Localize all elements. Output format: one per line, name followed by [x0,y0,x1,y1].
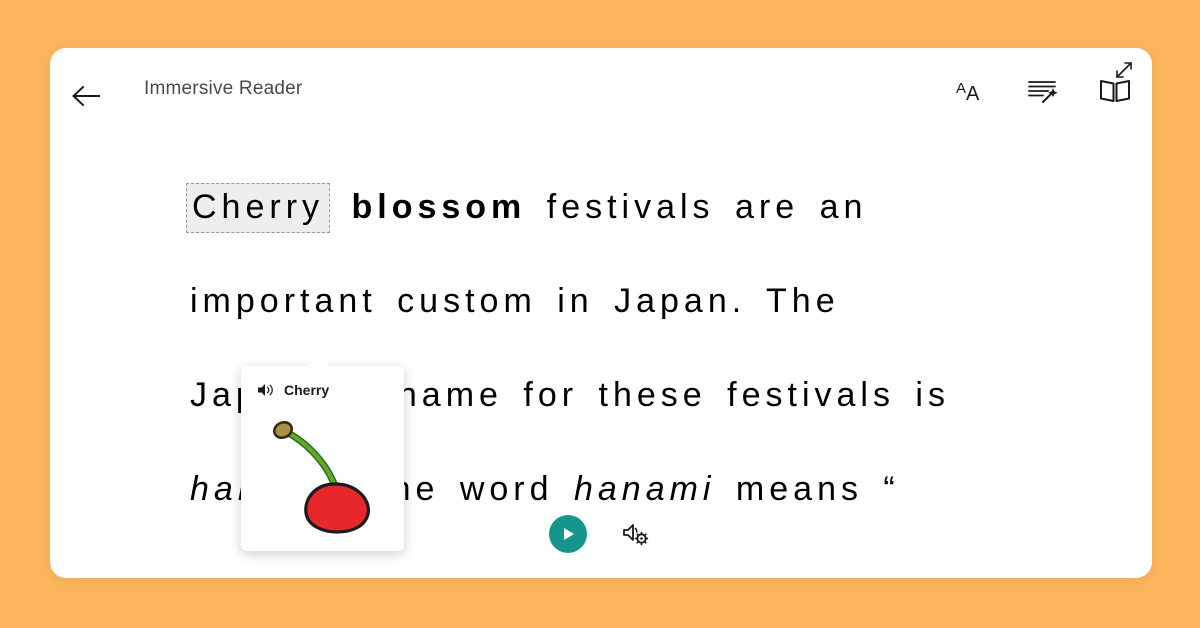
back-button[interactable] [60,70,112,122]
play-triangle-icon [564,528,574,540]
speaker-icon[interactable] [257,382,275,398]
playback-controls [50,502,1152,566]
text-segment: festivals are an [526,188,868,226]
play-button[interactable] [549,515,587,553]
gear-glyph [634,531,649,546]
reader-content-pane: Cherry blossom festivals are an importan… [50,148,1152,551]
picture-dictionary-header: Cherry [257,382,329,398]
highlighted-word[interactable]: Cherry [186,183,331,233]
text-preferences-button[interactable]: A A [948,68,994,114]
picture-dictionary-popup: Cherry [241,355,404,551]
text-segment [331,188,351,226]
text-line: important custom in Japan. The [190,254,1030,348]
grammar-options-button[interactable] [1020,68,1066,114]
text-size-aa-icon: A A [956,80,980,105]
speaker-gear-icon [623,524,649,546]
expand-button[interactable] [1108,54,1140,86]
text-segment: important custom in Japan. The [190,282,840,320]
back-arrow-icon [72,85,100,107]
svg-text:A: A [956,80,966,97]
text-line: Cherry blossom festivals are an [186,160,1030,254]
voice-settings-button[interactable] [619,517,653,551]
cherry-illustration [272,420,370,534]
picture-dictionary-word: Cherry [284,382,330,398]
page-title: Immersive Reader [144,78,303,99]
bold-word[interactable]: blossom [351,188,526,226]
immersive-reader-window: Immersive Reader A A Cherry blossom fest… [50,48,1152,578]
expand-diagonal-arrows-icon [1116,62,1132,78]
app-header: Immersive Reader A A [50,48,1152,140]
svg-text:A: A [966,83,980,105]
grammar-wand-icon [1028,81,1058,103]
